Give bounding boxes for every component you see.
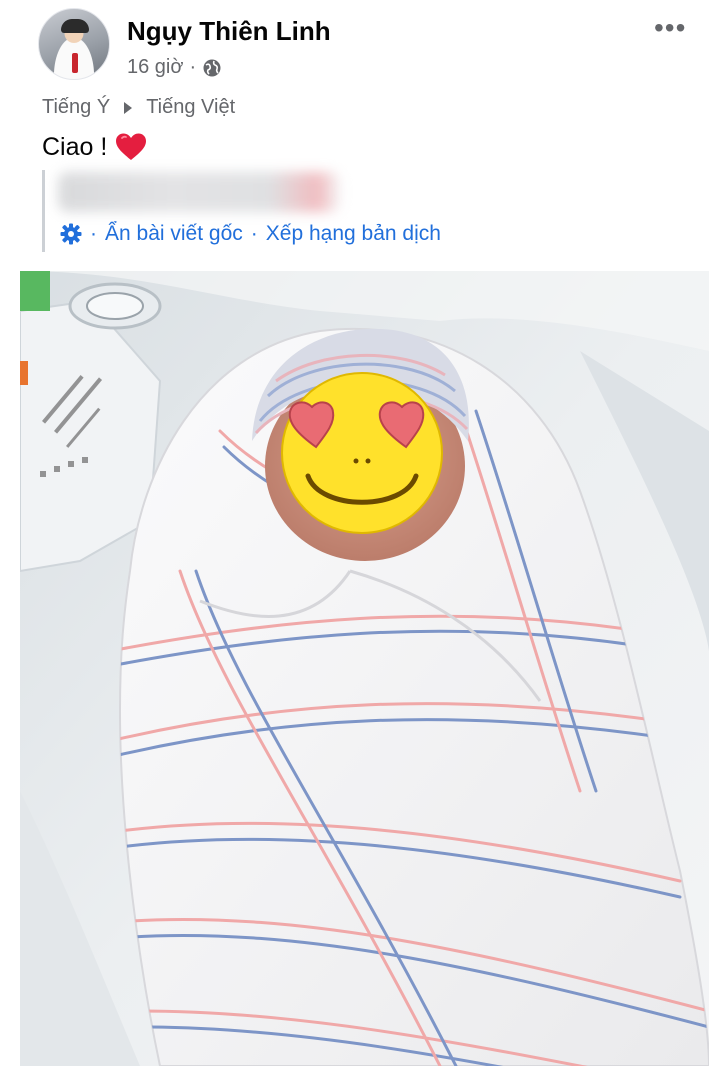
translation-actions: · Ẩn bài viết gốc · Xếp hạng bản dịch xyxy=(60,222,441,246)
target-language: Tiếng Việt xyxy=(146,96,236,118)
post-meta: 16 giờ · xyxy=(127,56,222,79)
globe-icon xyxy=(202,58,222,78)
original-text-blurred xyxy=(58,172,340,212)
meta-separator: · xyxy=(189,56,197,78)
avatar[interactable] xyxy=(38,8,110,80)
heart-icon xyxy=(116,133,147,160)
avatar-tie xyxy=(72,53,78,73)
heart-eyes-emoji xyxy=(281,372,443,534)
action-separator: · xyxy=(250,222,258,245)
caption-text: Ciao ! xyxy=(42,132,108,161)
original-post-quote-bar xyxy=(42,170,45,252)
action-separator: · xyxy=(90,222,97,245)
post-photo[interactable] xyxy=(20,271,709,1066)
source-language: Tiếng Ý xyxy=(42,96,111,118)
gear-icon[interactable] xyxy=(60,223,82,245)
translation-languages: Tiếng Ý Tiếng Việt xyxy=(42,96,235,119)
hide-original-link[interactable]: Ẩn bài viết gốc xyxy=(105,222,243,246)
arrow-right-icon xyxy=(124,101,133,114)
post-caption: Ciao ! xyxy=(42,132,147,162)
avatar-hair xyxy=(61,19,89,33)
more-options-icon[interactable]: ••• xyxy=(654,12,686,44)
post-header: Ngụy Thiên Linh 16 giờ · ••• xyxy=(0,0,710,90)
rate-translation-link[interactable]: Xếp hạng bản dịch xyxy=(266,222,441,246)
author-name[interactable]: Ngụy Thiên Linh xyxy=(127,16,331,47)
newborn-photo-illustration xyxy=(20,271,709,1066)
post-time[interactable]: 16 giờ xyxy=(127,56,183,79)
